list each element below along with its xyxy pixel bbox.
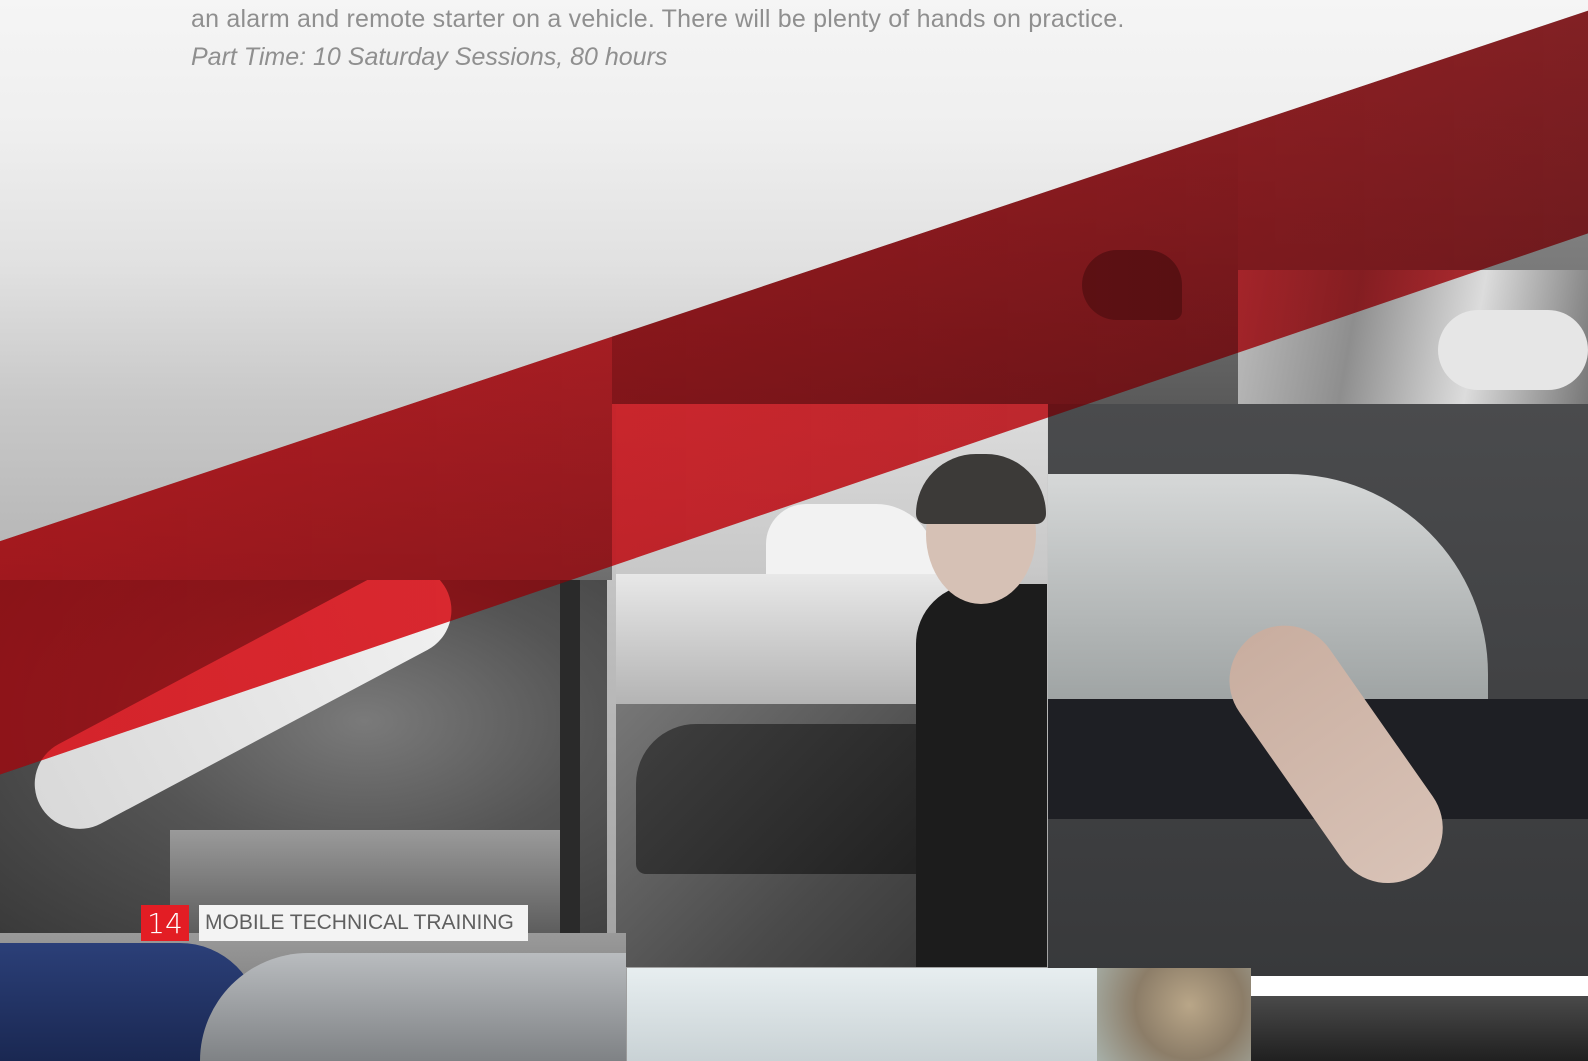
photo-sky-tree (627, 968, 1251, 1061)
trunk-frame (560, 580, 580, 933)
photo-rear-window-install (1048, 404, 1588, 976)
car-window (636, 724, 936, 874)
gray-car (200, 953, 626, 1061)
schedule-text: Part Time: 10 Saturday Sessions, 80 hour… (191, 43, 668, 71)
section-title: MOBILE TECHNICAL TRAINING (199, 905, 528, 941)
description-text: an alarm and remote starter on a vehicle… (191, 5, 1125, 33)
white-car (766, 504, 936, 584)
photo-cars-garage (0, 933, 626, 1061)
brochure-page: an alarm and remote starter on a vehicle… (0, 0, 1588, 1061)
tree (1097, 968, 1251, 1061)
technician-body (916, 584, 1047, 967)
gloved-hand (1438, 310, 1588, 390)
divider-bar (1251, 976, 1588, 996)
page-number: 14 (141, 905, 189, 941)
photo-dark-corner (1251, 996, 1588, 1061)
technician-hair (916, 454, 1046, 524)
course-description: an alarm and remote starter on a vehicle… (191, 0, 1125, 76)
page-footer: 14 MOBILE TECHNICAL TRAINING (141, 905, 528, 941)
